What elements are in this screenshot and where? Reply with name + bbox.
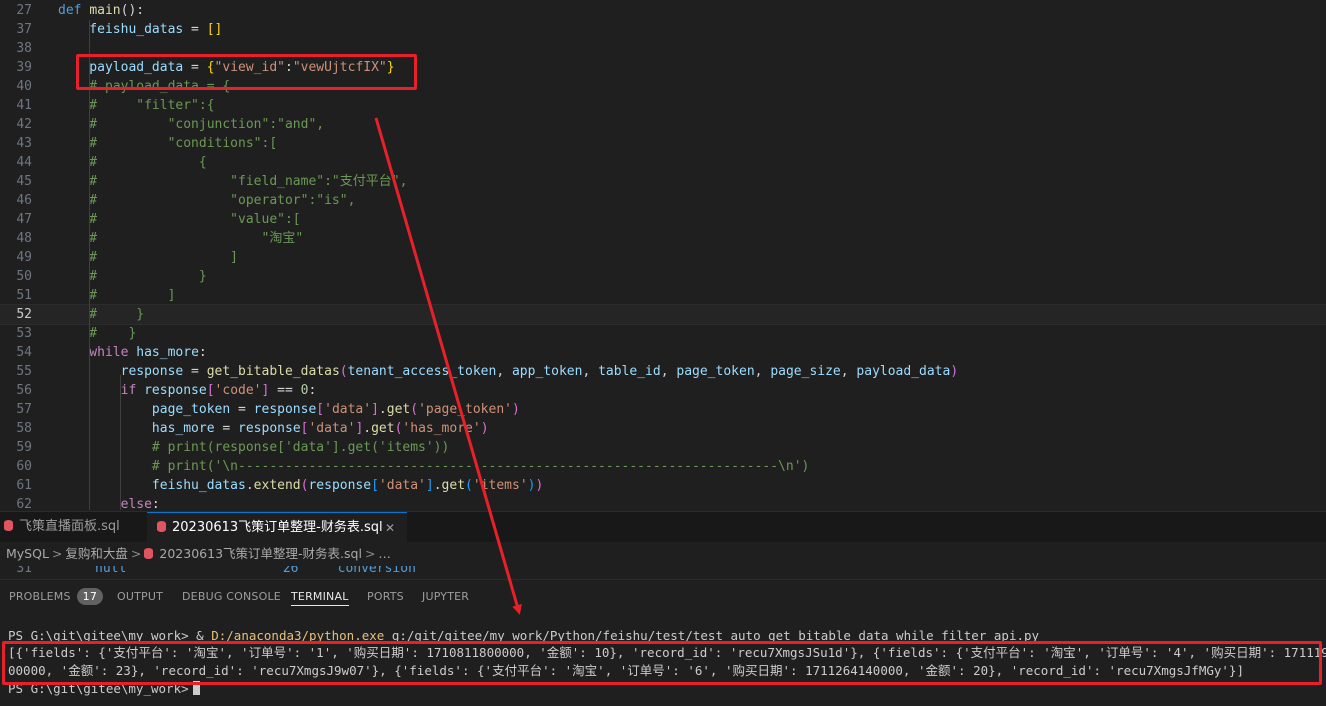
- annotation-arrow: [374, 117, 522, 615]
